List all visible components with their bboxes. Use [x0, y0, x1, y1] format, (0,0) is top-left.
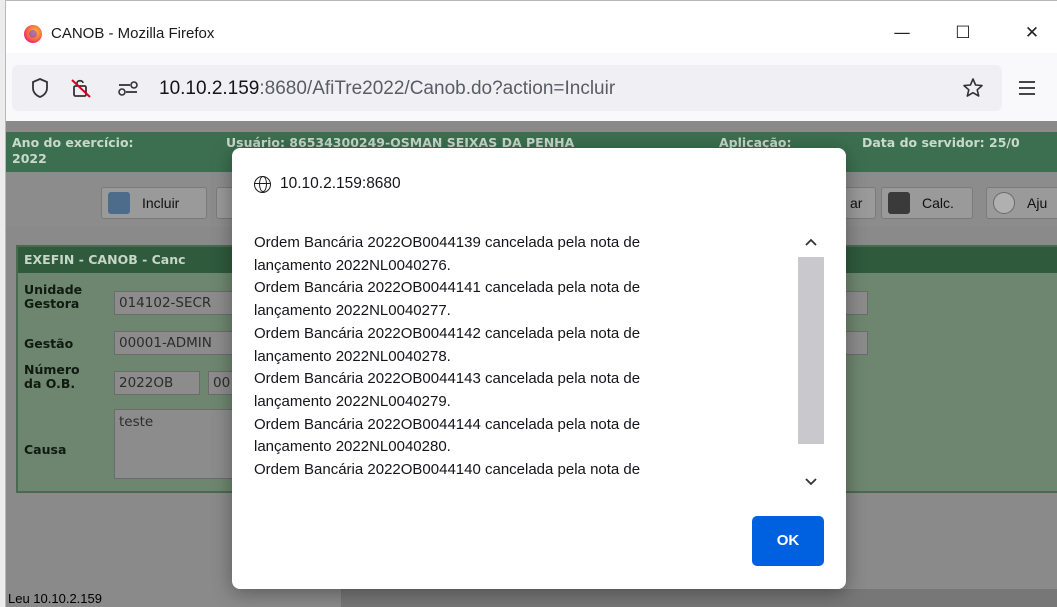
- permissions-icon[interactable]: [70, 77, 92, 104]
- alert-dialog: 10.10.2.159:8680 Ordem Bancária 2022OB00…: [232, 148, 846, 589]
- firefox-logo-icon: [24, 25, 42, 43]
- message-line: Ordem Bancária 2022OB0044141 cancelada p…: [254, 279, 641, 297]
- scroll-up-icon[interactable]: [804, 236, 818, 250]
- message-line: Ordem Bancária 2022OB0044143 cancelada p…: [254, 370, 641, 388]
- message-line: lançamento 2022NL0040277.: [254, 302, 451, 320]
- url-bar[interactable]: 10.10.2.159:8680/AfiTre2022/Canob.do?act…: [12, 65, 1002, 111]
- url-text[interactable]: 10.10.2.159:8680/AfiTre2022/Canob.do?act…: [159, 78, 615, 100]
- window-title: CANOB - Mozilla Firefox: [51, 25, 215, 42]
- numero-ob-label: Número da O.B.: [24, 362, 80, 391]
- star-icon[interactable]: [962, 77, 984, 104]
- calc-label: Calc.: [922, 195, 954, 211]
- dialog-scrollbar[interactable]: [798, 232, 824, 494]
- help-icon: [993, 192, 1015, 214]
- shield-icon[interactable]: [30, 77, 50, 104]
- calculator-icon: [888, 192, 910, 214]
- incluir-label: Incluir: [142, 195, 180, 211]
- message-line: lançamento 2022NL0040279.: [254, 392, 451, 410]
- message-line: Ordem Bancária 2022OB0044139 cancelada p…: [254, 234, 641, 251]
- data-servidor-label: Data do servidor: 25/0: [862, 135, 1020, 150]
- url-path: :8680/AfiTre2022/Canob.do?action=Incluir: [259, 78, 616, 99]
- maximize-button[interactable]: ☐: [951, 21, 975, 45]
- scrollbar-thumb[interactable]: [798, 257, 824, 444]
- site-info-icon[interactable]: [116, 77, 140, 104]
- toolbar-partial-right-label: ar: [850, 195, 863, 211]
- ajuda-button[interactable]: Aju: [986, 187, 1057, 219]
- dialog-message-area[interactable]: Ordem Bancária 2022OB0044139 cancelada p…: [254, 232, 828, 494]
- causa-label: Causa: [24, 442, 67, 457]
- gestao-label: Gestão: [24, 336, 74, 351]
- scroll-down-icon[interactable]: [804, 476, 818, 490]
- message-line: Ordem Bancária 2022OB0044144 cancelada p…: [254, 415, 641, 433]
- incluir-button[interactable]: Incluir: [101, 187, 207, 219]
- dialog-message: Ordem Bancária 2022OB0044139 cancelada p…: [254, 232, 799, 482]
- numero-ob-prefix-field[interactable]: 2022OB: [114, 371, 200, 395]
- horizontal-scrollbar[interactable]: [341, 589, 1057, 607]
- message-line: lançamento 2022NL0040276.: [254, 256, 451, 274]
- url-host: 10.10.2.159: [159, 78, 260, 99]
- minimize-button[interactable]: —: [890, 21, 914, 45]
- exercicio-label: Ano do exercício:: [12, 135, 134, 150]
- incluir-icon: [108, 192, 130, 214]
- unidade-gestora-label: Unidade Gestora: [24, 282, 83, 311]
- firefox-window: CANOB - Mozilla Firefox — ☐ ✕ 10.10.2.15…: [5, 0, 1057, 607]
- message-line: lançamento 2022NL0040278.: [254, 347, 451, 365]
- dialog-origin: 10.10.2.159:8680: [280, 175, 401, 192]
- hamburger-icon[interactable]: [1018, 77, 1036, 101]
- close-button[interactable]: ✕: [1020, 21, 1044, 45]
- globe-icon: [254, 176, 271, 193]
- message-line: Ordem Bancária 2022OB0044142 cancelada p…: [254, 324, 641, 342]
- navigation-toolbar: 10.10.2.159:8680/AfiTre2022/Canob.do?act…: [6, 53, 1057, 121]
- status-bar: Leu 10.10.2.159: [6, 589, 341, 607]
- message-line: Ordem Bancária 2022OB0044140 cancelada p…: [254, 461, 641, 479]
- calc-button[interactable]: Calc.: [881, 187, 973, 219]
- ok-button[interactable]: OK: [752, 516, 824, 566]
- title-bar: CANOB - Mozilla Firefox — ☐ ✕: [6, 1, 1057, 53]
- ajuda-label: Aju: [1027, 195, 1048, 211]
- message-line: lançamento 2022NL0040280.: [254, 438, 451, 456]
- exercicio-value: 2022: [12, 151, 47, 166]
